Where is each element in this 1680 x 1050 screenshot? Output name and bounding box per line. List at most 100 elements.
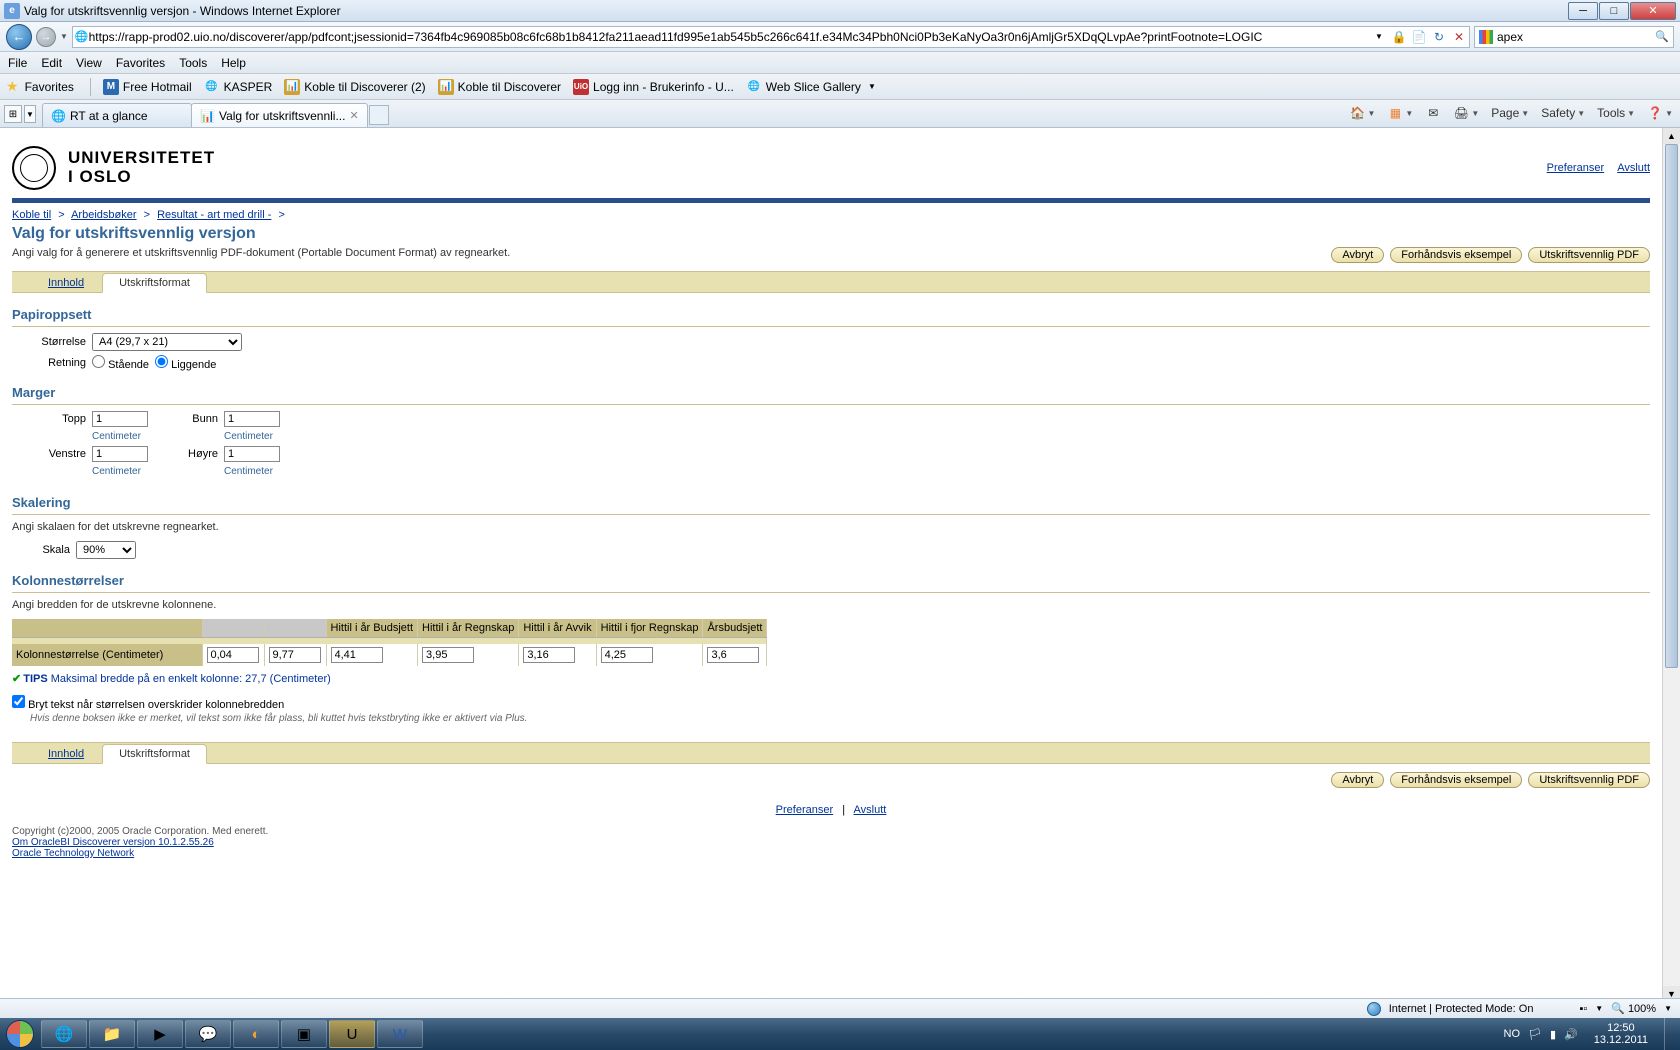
favorites-star-icon[interactable]: ★ [6, 78, 19, 95]
tab-favicon: 📊 [200, 109, 215, 123]
task-app2[interactable]: ◐ [233, 1020, 279, 1048]
nav-forward-button[interactable]: → [36, 27, 56, 47]
scale-description: Angi skalaen for det utskrevne regnearke… [12, 521, 1650, 533]
nav-back-button[interactable]: ← [6, 24, 32, 50]
input-margin-top[interactable] [92, 411, 148, 427]
show-desktop-button[interactable] [1664, 1018, 1676, 1050]
new-tab-button[interactable] [369, 105, 389, 125]
print-button[interactable]: 🖨▼ [1450, 103, 1482, 123]
paper-size-select[interactable]: A4 (29,7 x 21) [92, 333, 242, 351]
fav-logg-inn[interactable]: UiOLogg inn - Brukerinfo - U... [569, 77, 738, 97]
radio-landscape[interactable]: Liggende [155, 355, 216, 371]
menu-favorites[interactable]: Favorites [116, 56, 165, 70]
link-avslutt[interactable]: Avslutt [1617, 162, 1650, 174]
tray-flag-icon[interactable]: 🏳 [1528, 1028, 1542, 1041]
help-button[interactable]: ❓▼ [1644, 103, 1676, 123]
home-button[interactable]: 🏠▼ [1346, 103, 1378, 123]
window-maximize-button[interactable]: □ [1599, 2, 1629, 20]
fav-kasper[interactable]: 🌐KASPER [200, 77, 277, 97]
fav-free-hotmail[interactable]: MFree Hotmail [99, 77, 196, 97]
safety-menu[interactable]: Safety▼ [1538, 104, 1588, 122]
fav-koble-discoverer-2[interactable]: 📊Koble til Discoverer (2) [280, 77, 429, 97]
input-margin-right[interactable] [224, 446, 280, 462]
tray-volume-icon[interactable]: 🔊 [1564, 1028, 1578, 1041]
refresh-icon[interactable]: ↻ [1431, 29, 1447, 45]
col-width-0[interactable] [207, 647, 259, 663]
window-close-button[interactable]: ✕ [1630, 2, 1676, 20]
col-width-4[interactable] [523, 647, 575, 663]
task-media[interactable]: ▶ [137, 1020, 183, 1048]
menu-tools[interactable]: Tools [179, 56, 207, 70]
task-app1[interactable]: 💬 [185, 1020, 231, 1048]
nav-history-dropdown[interactable]: ▼ [60, 32, 68, 41]
search-icon[interactable]: 🔍 [1655, 30, 1669, 43]
link-preferanser[interactable]: Preferanser [1547, 162, 1604, 174]
start-button[interactable] [0, 1018, 40, 1050]
tab-utskriftsformat-bottom[interactable]: Utskriftsformat [102, 744, 207, 764]
tab-valg-utskrift[interactable]: 📊 Valg for utskriftsvennli... ✕ [191, 103, 368, 127]
compat-view-icon[interactable]: 📄 [1411, 29, 1427, 45]
crumb-resultat[interactable]: Resultat - art med drill - [157, 209, 271, 221]
protected-mode-toggle[interactable]: ▪▫ [1579, 1003, 1587, 1015]
input-margin-left[interactable] [92, 446, 148, 462]
label-scale: Skala [30, 544, 70, 556]
tray-lang[interactable]: NO [1504, 1028, 1521, 1040]
footer-avslutt[interactable]: Avslutt [854, 804, 887, 816]
tray-power-icon[interactable]: ▮ [1550, 1028, 1556, 1041]
radio-portrait[interactable]: Stående [92, 355, 149, 371]
search-box[interactable]: apex 🔍 [1474, 26, 1674, 48]
task-explorer[interactable]: 📁 [89, 1020, 135, 1048]
link-oracle-tech[interactable]: Oracle Technology Network [12, 848, 1650, 859]
dropdown-icon[interactable]: ▼ [1371, 29, 1387, 45]
preview-button[interactable]: Forhåndsvis eksempel [1390, 247, 1522, 263]
read-mail-button[interactable]: ✉ [1422, 103, 1444, 123]
feeds-button[interactable]: ▦▼ [1384, 103, 1416, 123]
task-ie[interactable]: 🌐 [41, 1020, 87, 1048]
menu-edit[interactable]: Edit [41, 56, 62, 70]
menu-view[interactable]: View [76, 56, 102, 70]
crumb-koble-til[interactable]: Koble til [12, 209, 51, 221]
col-width-3[interactable] [422, 647, 474, 663]
search-text: apex [1497, 30, 1655, 44]
pdf-button-bottom[interactable]: Utskriftsvennlig PDF [1528, 772, 1650, 788]
crumb-arbeidsboker[interactable]: Arbeidsbøker [71, 209, 136, 221]
menu-help[interactable]: Help [221, 56, 246, 70]
col-width-5[interactable] [601, 647, 653, 663]
window-minimize-button[interactable]: ─ [1568, 2, 1598, 20]
tools-menu[interactable]: Tools▼ [1594, 104, 1638, 122]
col-width-2[interactable] [331, 647, 383, 663]
preview-button-bottom[interactable]: Forhåndsvis eksempel [1390, 772, 1522, 788]
task-app4[interactable]: U [329, 1020, 375, 1048]
url-text: https://rapp-prod02.uio.no/discoverer/ap… [89, 30, 1371, 44]
tray-clock[interactable]: 12:50 13.12.2011 [1586, 1022, 1656, 1046]
tab-list-dropdown[interactable]: ▼ [24, 105, 36, 123]
cancel-button-bottom[interactable]: Avbryt [1331, 772, 1384, 788]
tab-rt-glance[interactable]: 🌐 RT at a glance [42, 103, 192, 127]
page-menu[interactable]: Page▼ [1488, 104, 1532, 122]
menu-file[interactable]: File [8, 56, 27, 70]
task-app3[interactable]: ▣ [281, 1020, 327, 1048]
address-bar[interactable]: 🌐 https://rapp-prod02.uio.no/discoverer/… [72, 26, 1470, 48]
input-margin-bottom[interactable] [224, 411, 280, 427]
tab-close-icon[interactable]: ✕ [349, 109, 358, 122]
scale-select[interactable]: 90% [76, 541, 136, 559]
uio-seal-logo [12, 146, 56, 190]
tab-innhold-bottom[interactable]: Innhold [32, 745, 100, 763]
tab-innhold[interactable]: Innhold [32, 274, 100, 292]
wrap-text-checkbox[interactable]: Bryt tekst når størrelsen overskrider ko… [12, 699, 284, 711]
link-about-discoverer[interactable]: Om OracleBI Discoverer versjon 10.1.2.55… [12, 837, 1650, 848]
footer-preferanser[interactable]: Preferanser [776, 804, 833, 816]
page-title: Valg for utskriftsvennlig versjon [12, 225, 1650, 243]
col-width-1[interactable] [269, 647, 321, 663]
fav-koble-discoverer[interactable]: 📊Koble til Discoverer [434, 77, 565, 97]
stop-icon[interactable]: ✕ [1451, 29, 1467, 45]
fav-web-slice[interactable]: 🌐Web Slice Gallery▼ [742, 77, 880, 97]
tab-utskriftsformat[interactable]: Utskriftsformat [102, 273, 207, 293]
task-word[interactable]: W [377, 1020, 423, 1048]
quick-tabs-button[interactable]: ⊞ [4, 105, 22, 123]
col-width-6[interactable] [707, 647, 759, 663]
cancel-button[interactable]: Avbryt [1331, 247, 1384, 263]
pdf-button[interactable]: Utskriftsvennlig PDF [1528, 247, 1650, 263]
vertical-scrollbar[interactable]: ▲ ▼ [1662, 128, 1680, 1002]
zoom-level[interactable]: 🔍 100% [1611, 1002, 1656, 1015]
